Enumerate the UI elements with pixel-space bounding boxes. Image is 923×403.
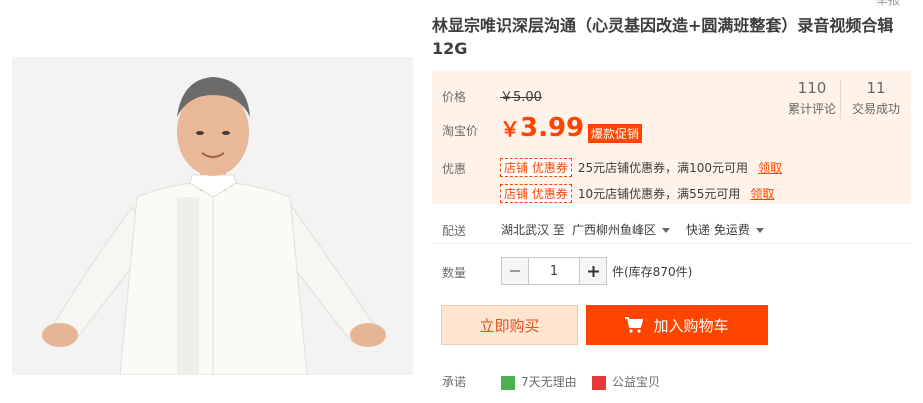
price-label: 价格 xyxy=(442,90,467,104)
coupon-text: 25元店铺优惠券，满100元可用 xyxy=(577,161,749,175)
add-to-cart-label: 加入购物车 xyxy=(653,316,729,335)
review-count-label: 累计评论 xyxy=(787,102,836,116)
taobao-price: ￥3.99 xyxy=(500,113,584,143)
transaction-count-number: 11 xyxy=(866,79,886,97)
charity-icon xyxy=(592,375,606,390)
quantity-label: 数量 xyxy=(442,266,467,280)
man-in-white-shirt-illustration xyxy=(12,57,413,375)
add-to-cart-button[interactable]: 加入购物车 xyxy=(586,305,768,345)
original-price: ￥5.00 xyxy=(500,90,542,105)
taobao-price-label: 淘宝价 xyxy=(442,124,479,138)
coupon-label: 优惠 xyxy=(442,162,467,176)
delivery-destination: 广西柳州鱼峰区 xyxy=(572,223,657,237)
stock-info: 件(库存870件) xyxy=(612,265,693,279)
minus-icon xyxy=(510,270,520,272)
transaction-count[interactable]: 11 交易成功 xyxy=(845,79,907,117)
plus-icon xyxy=(587,265,599,277)
seven-day-return-label: 7天无理由 xyxy=(521,375,577,389)
promise-label: 承诺 xyxy=(442,375,467,389)
review-count[interactable]: 110 累计评论 xyxy=(787,79,837,117)
coupon-item: 店铺 优惠券 25元店铺优惠券，满100元可用 领取 xyxy=(500,158,782,177)
charity-item[interactable]: 公益宝贝 xyxy=(592,373,660,390)
section-divider xyxy=(432,243,911,244)
delivery-destination-select[interactable]: 广西柳州鱼峰区 xyxy=(572,221,671,238)
increase-button[interactable] xyxy=(580,258,606,284)
buy-now-button[interactable]: 立即购买 xyxy=(441,305,578,345)
transaction-count-label: 交易成功 xyxy=(851,102,900,116)
delivery-method: 快递 免运费 xyxy=(686,223,750,237)
cart-icon xyxy=(625,317,644,333)
hot-sale-badge: 爆款促销 xyxy=(588,124,643,143)
coupon-text: 10元店铺优惠券，满55元可用 xyxy=(577,187,741,201)
claim-coupon-link[interactable]: 领取 xyxy=(750,187,774,201)
delivery-label: 配送 xyxy=(442,224,467,238)
product-main-image xyxy=(12,57,413,375)
shop-coupon-tag: 店铺 优惠券 xyxy=(500,184,572,203)
stat-divider xyxy=(840,79,841,119)
currency-symbol: ￥ xyxy=(500,117,520,141)
claim-coupon-link[interactable]: 领取 xyxy=(758,161,782,175)
charity-label: 公益宝贝 xyxy=(612,375,661,389)
delivery-method-select[interactable]: 快递 免运费 xyxy=(686,221,764,238)
coupon-item: 店铺 优惠券 10元店铺优惠券，满55元可用 领取 xyxy=(500,184,774,203)
quantity-input[interactable]: 1 xyxy=(528,258,580,284)
delivery-from: 湖北武汉 至 xyxy=(501,223,565,237)
report-link[interactable]: 举报 xyxy=(876,0,900,8)
chevron-down-icon xyxy=(755,228,764,233)
chevron-down-icon xyxy=(662,228,671,233)
shop-coupon-tag: 店铺 优惠券 xyxy=(500,158,572,177)
seven-day-return[interactable]: 7天无理由 xyxy=(501,373,577,390)
return-icon xyxy=(501,375,515,390)
price-panel: 价格 ￥5.00 淘宝价 ￥3.99 爆款促销 110 累计评论 11 交易成功… xyxy=(432,71,911,204)
review-count-number: 110 xyxy=(797,79,827,97)
product-title: 林显宗唯识深层沟通（心灵基因改造+圆满班整套）录音视频合辑12G xyxy=(432,16,894,58)
decrease-button[interactable] xyxy=(502,258,528,284)
quantity-stepper: 1 xyxy=(501,257,607,285)
taobao-price-value: 3.99 xyxy=(520,113,585,143)
